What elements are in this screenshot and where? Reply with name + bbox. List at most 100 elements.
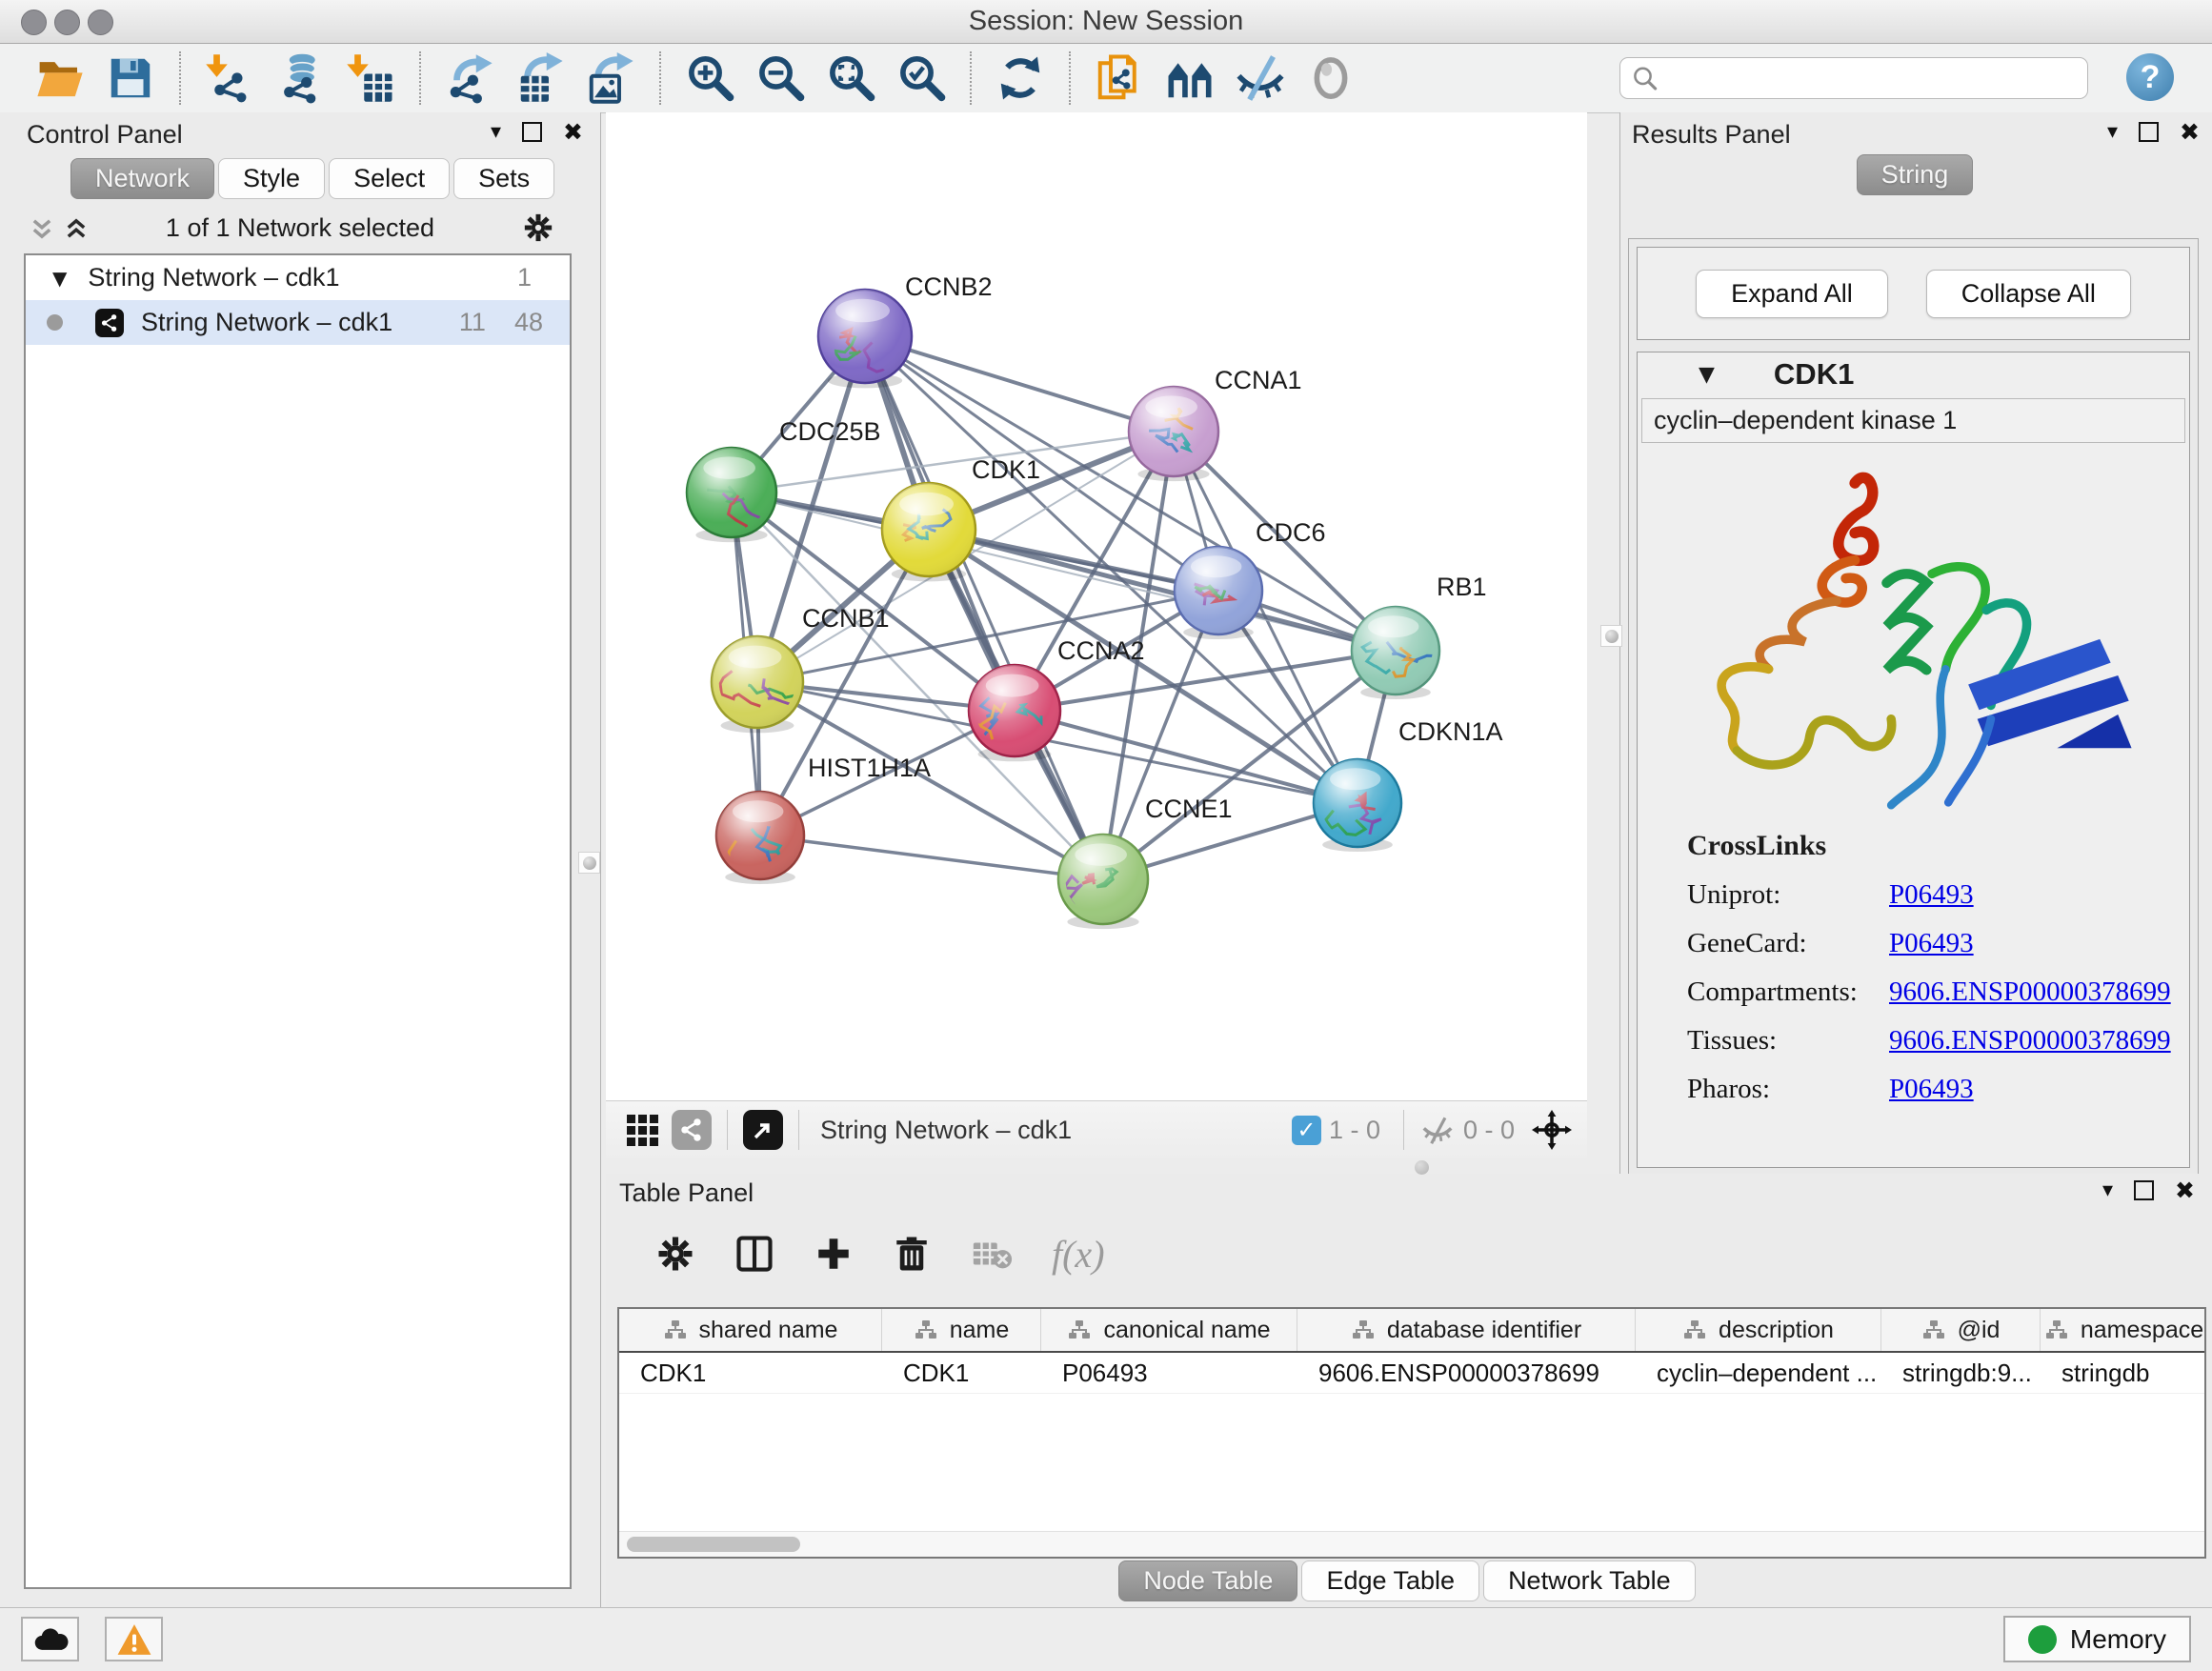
expand-all-button[interactable]: Expand All bbox=[1696, 270, 1888, 318]
tab-select[interactable]: Select bbox=[329, 158, 450, 199]
panel-float-icon[interactable] bbox=[2139, 122, 2159, 142]
network-node-CCNE1[interactable] bbox=[1058, 835, 1148, 929]
network-options-gear-icon[interactable] bbox=[522, 211, 554, 244]
delete-table-icon[interactable] bbox=[970, 1232, 1014, 1276]
tree-expander-icon[interactable]: ▼ bbox=[52, 267, 67, 290]
network-node-CCNB1[interactable] bbox=[712, 636, 814, 733]
network-canvas[interactable]: CCNB2CCNA1CDC25BCDK1CDC6RB1CCNB1CCNA2CDK… bbox=[606, 112, 1587, 1100]
table-cell[interactable]: CDK1 bbox=[882, 1359, 1041, 1388]
network-row[interactable]: String Network – cdk1 11 48 bbox=[26, 300, 570, 345]
column-header-database-identifier[interactable]: database identifier bbox=[1297, 1309, 1636, 1351]
network-collection-row[interactable]: ▼ String Network – cdk1 1 bbox=[26, 255, 570, 300]
table-cell[interactable]: cyclin–dependent ... bbox=[1636, 1359, 1881, 1388]
panel-menu-icon[interactable]: ▾ bbox=[491, 120, 501, 144]
network-edge[interactable] bbox=[760, 836, 1103, 879]
network-node-CDKN1A[interactable] bbox=[1314, 759, 1401, 852]
node-label-CCNB2: CCNB2 bbox=[905, 272, 993, 301]
tab-sets[interactable]: Sets bbox=[453, 158, 554, 199]
network-node-CDC6[interactable] bbox=[1175, 547, 1262, 639]
protein-card-header[interactable]: ▼ CDK1 bbox=[1638, 352, 2189, 396]
crosslink-link[interactable]: P06493 bbox=[1889, 879, 1974, 911]
crosslink-link[interactable]: 9606.ENSP00000378699 bbox=[1889, 1025, 2171, 1057]
panel-close-icon[interactable]: ✖ bbox=[2175, 1177, 2195, 1204]
panel-close-icon[interactable]: ✖ bbox=[2180, 118, 2200, 146]
network-edge[interactable] bbox=[865, 336, 1174, 432]
tab-node-table[interactable]: Node Table bbox=[1118, 1560, 1297, 1601]
node-position-icon[interactable] bbox=[1532, 1110, 1572, 1150]
delete-column-trash-icon[interactable] bbox=[892, 1234, 932, 1274]
search-input[interactable] bbox=[1619, 57, 2088, 99]
tab-style[interactable]: Style bbox=[218, 158, 325, 199]
tab-edge-table[interactable]: Edge Table bbox=[1301, 1560, 1479, 1601]
grid-view-icon[interactable] bbox=[627, 1115, 658, 1146]
cloud-status-button[interactable] bbox=[21, 1617, 79, 1661]
network-share-icon[interactable] bbox=[672, 1110, 712, 1150]
help-button[interactable]: ? bbox=[2126, 53, 2174, 101]
open-session-icon[interactable] bbox=[34, 52, 86, 104]
zoom-fit-icon[interactable] bbox=[825, 52, 876, 104]
column-header-namespace[interactable]: namespace bbox=[2041, 1309, 2206, 1351]
table-cell[interactable]: CDK1 bbox=[619, 1359, 882, 1388]
apply-preferred-layout-icon[interactable] bbox=[995, 52, 1046, 104]
panel-menu-icon[interactable]: ▾ bbox=[2102, 1178, 2113, 1202]
clone-network-icon[interactable] bbox=[1094, 52, 1145, 104]
panel-float-icon[interactable] bbox=[522, 122, 542, 142]
right-splitter-handle[interactable] bbox=[1600, 625, 1622, 647]
hidden-eye-icon[interactable] bbox=[1419, 1112, 1456, 1148]
table-settings-gear-icon[interactable] bbox=[655, 1234, 695, 1274]
column-header-name[interactable]: name bbox=[882, 1309, 1041, 1351]
card-expander-icon[interactable]: ▼ bbox=[1699, 363, 1715, 387]
crosslink-link[interactable]: P06493 bbox=[1889, 928, 1974, 959]
left-splitter-handle[interactable] bbox=[578, 852, 600, 874]
save-session-icon[interactable] bbox=[105, 52, 156, 104]
tab-network-table[interactable]: Network Table bbox=[1483, 1560, 1696, 1601]
column-header-canonical-name[interactable]: canonical name bbox=[1041, 1309, 1297, 1351]
panel-float-icon[interactable] bbox=[2134, 1180, 2154, 1200]
table-horizontal-scrollbar[interactable] bbox=[619, 1531, 2204, 1557]
table-cell[interactable]: stringdb:9... bbox=[1881, 1359, 2041, 1388]
tab-network[interactable]: Network bbox=[70, 158, 214, 199]
export-table-icon[interactable] bbox=[514, 52, 566, 104]
warning-status-button[interactable] bbox=[105, 1617, 163, 1661]
panel-menu-icon[interactable]: ▾ bbox=[2107, 120, 2118, 144]
table-row[interactable]: CDK1CDK1P064939606.ENSP00000378699cyclin… bbox=[619, 1353, 2204, 1394]
table-cell[interactable]: 9606.ENSP00000378699 bbox=[1297, 1359, 1636, 1388]
show-columns-icon[interactable] bbox=[734, 1233, 775, 1275]
horizontal-splitter-handle[interactable] bbox=[1415, 1160, 1429, 1175]
memory-button[interactable]: Memory bbox=[2003, 1616, 2191, 1662]
selected-checkbox-icon[interactable]: ✓ bbox=[1292, 1116, 1321, 1145]
network-node-CCNA1[interactable] bbox=[1129, 387, 1218, 481]
show-all-eye-icon[interactable] bbox=[1305, 52, 1357, 104]
column-header-shared-name[interactable]: shared name bbox=[619, 1309, 882, 1351]
network-edge[interactable] bbox=[865, 336, 1103, 879]
zoom-out-icon[interactable] bbox=[754, 52, 806, 104]
network-edge[interactable] bbox=[929, 530, 1396, 651]
network-node-CDK1[interactable] bbox=[882, 483, 975, 581]
export-network-icon[interactable] bbox=[444, 52, 495, 104]
birdseye-view-icon[interactable] bbox=[743, 1110, 783, 1150]
first-neighbors-icon[interactable] bbox=[1164, 52, 1216, 104]
export-image-icon[interactable] bbox=[585, 52, 636, 104]
table-cell[interactable]: stringdb bbox=[2041, 1359, 2206, 1388]
zoom-selected-icon[interactable] bbox=[895, 52, 947, 104]
tab-string[interactable]: String bbox=[1857, 154, 1974, 195]
function-builder-icon[interactable]: f(x) bbox=[1052, 1232, 1105, 1277]
import-network-database-icon[interactable] bbox=[274, 52, 326, 104]
collapse-all-button[interactable]: Collapse All bbox=[1926, 270, 2131, 318]
panel-close-icon[interactable]: ✖ bbox=[563, 118, 583, 146]
zoom-in-icon[interactable] bbox=[684, 52, 735, 104]
column-header-@id[interactable]: @id bbox=[1881, 1309, 2041, 1351]
crosslink-link[interactable]: 9606.ENSP00000378699 bbox=[1889, 976, 2171, 1008]
add-column-icon[interactable] bbox=[814, 1234, 854, 1274]
network-node-RB1[interactable] bbox=[1352, 607, 1439, 699]
network-edge-count: 48 bbox=[514, 308, 543, 337]
table-cell[interactable]: P06493 bbox=[1041, 1359, 1297, 1388]
import-network-file-icon[interactable] bbox=[204, 52, 255, 104]
hide-selected-eye-icon[interactable] bbox=[1235, 52, 1286, 104]
control-panel: Control Panel ▾ ✖ NetworkStyleSelectSets… bbox=[0, 112, 601, 1608]
network-node-HIST1H1A[interactable] bbox=[716, 792, 804, 884]
crosslink-link[interactable]: P06493 bbox=[1889, 1074, 1974, 1105]
column-header-description[interactable]: description bbox=[1636, 1309, 1881, 1351]
scrollbar-thumb[interactable] bbox=[627, 1537, 800, 1552]
import-table-file-icon[interactable] bbox=[345, 52, 396, 104]
